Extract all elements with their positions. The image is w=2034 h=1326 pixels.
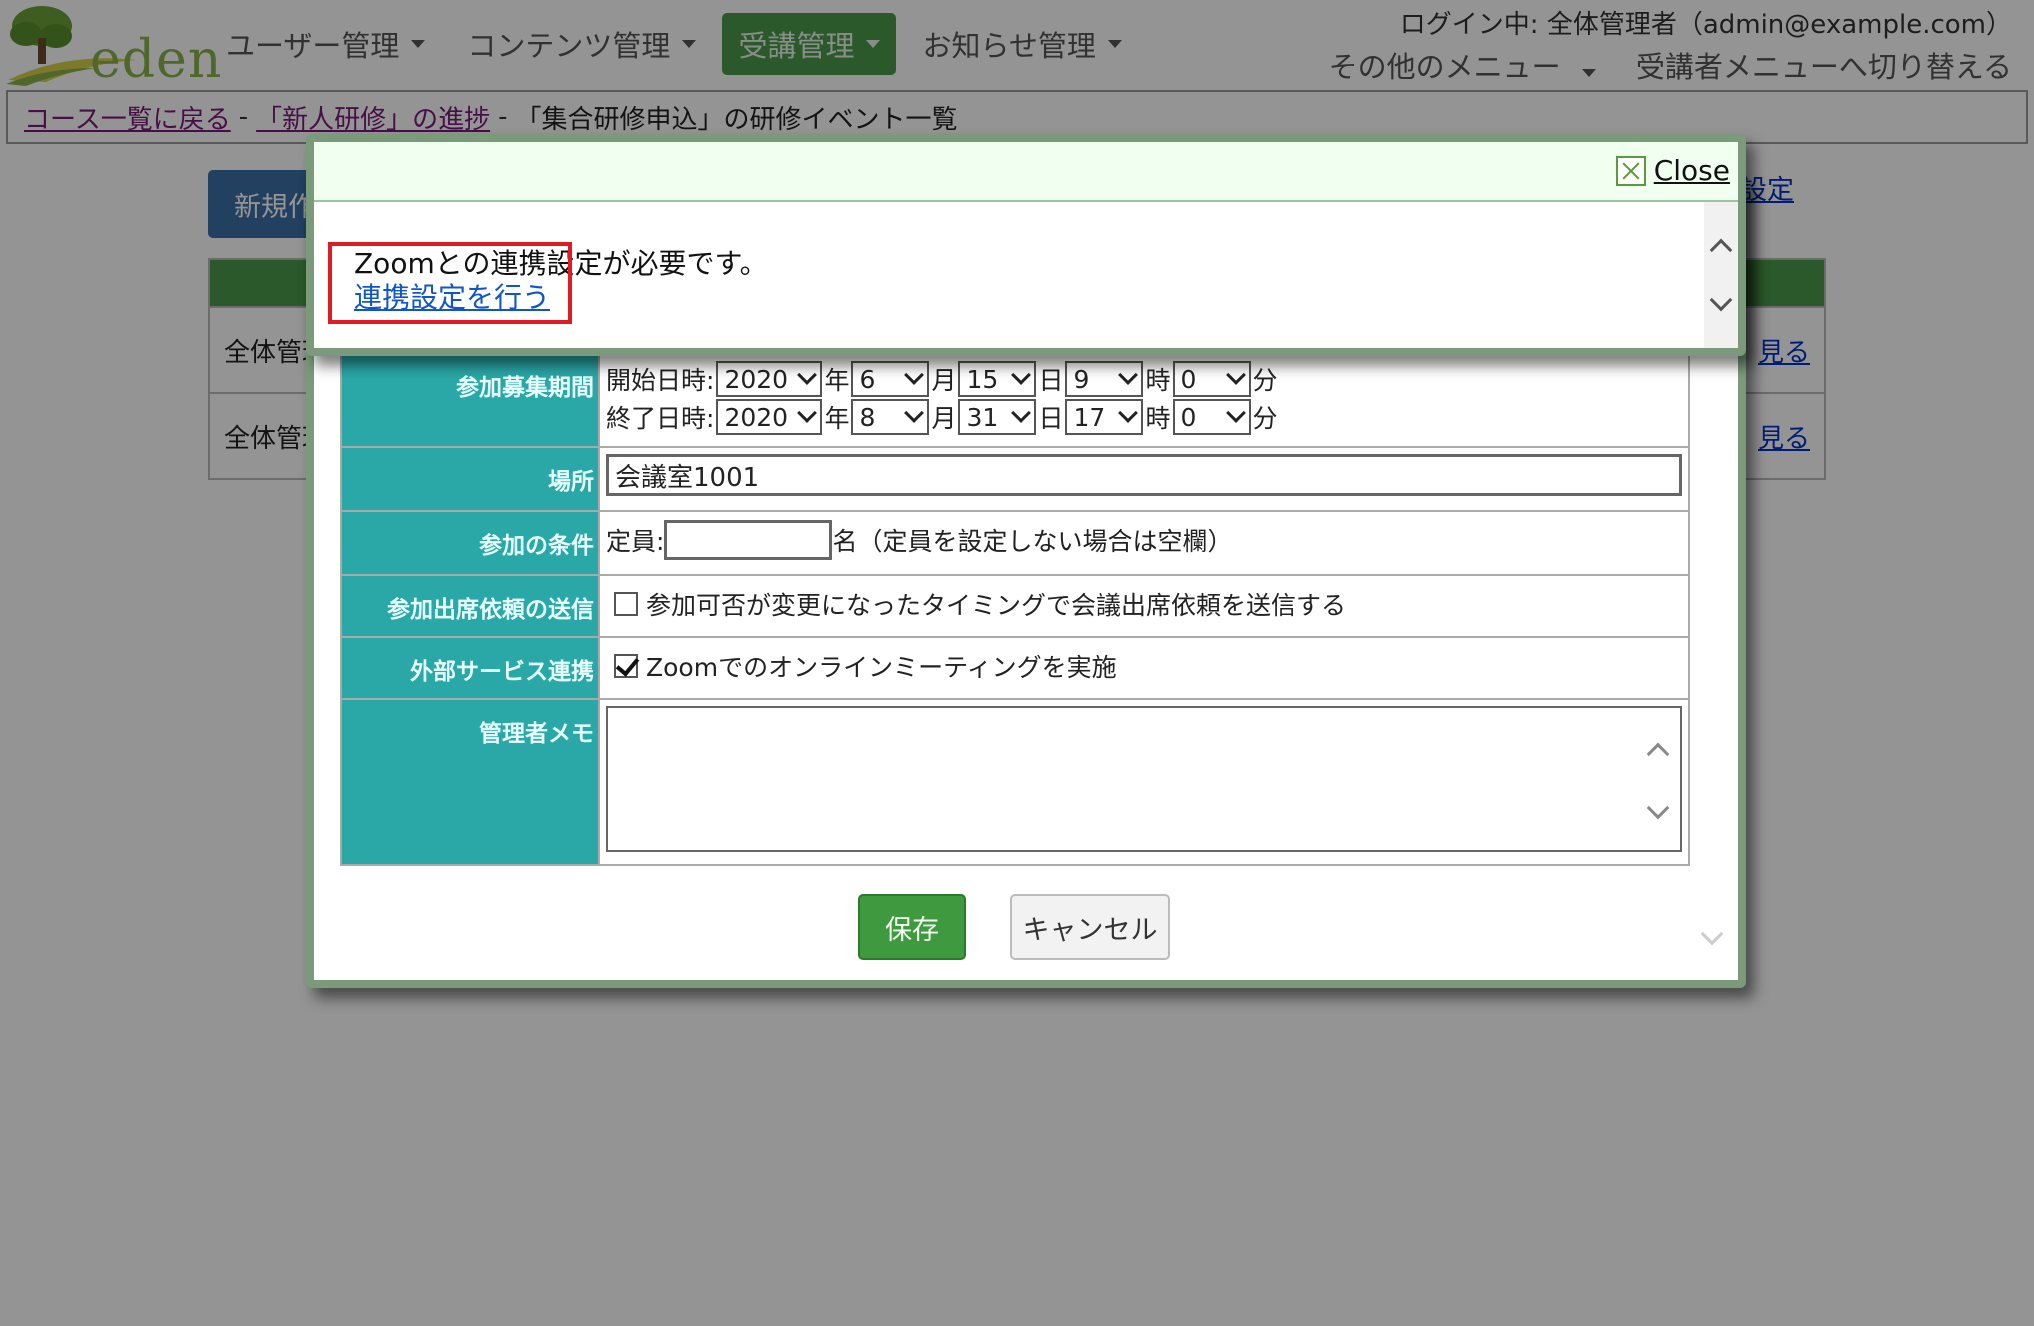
memo-field [598, 698, 1690, 866]
chevron-down-icon [1225, 403, 1246, 423]
chevron-down-icon [904, 403, 925, 423]
chevron-down-icon [797, 403, 818, 423]
scroll-down-icon[interactable] [1700, 922, 1724, 946]
dialog-scrollbar[interactable] [1704, 202, 1738, 348]
end-datetime-row: 終了日時: 2020 年 8 月 31 日 17 時 0 分 [606, 398, 1682, 436]
dialog-titlebar: Close [314, 142, 1738, 202]
close-button[interactable]: Close [1615, 154, 1730, 187]
start-label: 開始日時: [606, 366, 715, 395]
unit-label: 日 [1038, 366, 1064, 395]
capacity-line: 定員: 名（定員を設定しない場合は空欄） [606, 518, 1682, 562]
save-button[interactable]: 保存 [858, 894, 966, 960]
unit-label: 分 [1252, 404, 1278, 433]
select-value: 17 [1073, 402, 1106, 432]
select-value: 15 [966, 364, 999, 394]
chevron-down-icon [1118, 365, 1139, 385]
attendance-checkbox-label: 参加可否が変更になったタイミングで会議出席依頼を送信する [646, 591, 1347, 620]
start-month-select[interactable]: 6 [851, 361, 930, 397]
select-value: 0 [1180, 402, 1197, 432]
place-field: 会議室1001 [598, 446, 1690, 512]
scroll-up-icon[interactable] [1646, 742, 1670, 766]
capacity-label: 定員: [606, 527, 665, 556]
end-day-select[interactable]: 31 [958, 399, 1037, 435]
start-minute-select[interactable]: 0 [1172, 361, 1251, 397]
start-year-select[interactable]: 2020 [716, 361, 823, 397]
scroll-down-icon[interactable] [1709, 288, 1733, 312]
attendance-field: 参加可否が変更になったタイミングで会議出席依頼を送信する [598, 574, 1690, 638]
start-datetime-row: 開始日時: 2020 年 6 月 15 日 9 時 0 分 [606, 360, 1682, 398]
unit-label: 日 [1038, 404, 1064, 433]
capacity-note: 名（定員を設定しない場合は空欄） [832, 527, 1233, 556]
unit-label: 年 [824, 366, 850, 395]
chevron-down-icon [904, 365, 925, 385]
chevron-down-icon [1011, 403, 1032, 423]
chevron-down-icon [1011, 365, 1032, 385]
select-value: 0 [1180, 364, 1197, 394]
memo-label: 管理者メモ [340, 698, 600, 866]
unit-label: 月 [931, 404, 957, 433]
chevron-down-icon [797, 365, 818, 385]
zoom-checkbox-line: Zoomでのオンラインミーティングを実施 [606, 644, 1682, 688]
end-hour-select[interactable]: 17 [1065, 399, 1144, 435]
unit-label: 時 [1145, 404, 1171, 433]
select-value: 9 [1073, 364, 1090, 394]
zoom-alert-dialog: Close Zoomとの連携設定が必要です。 連携設定を行う [306, 134, 1746, 356]
select-value: 8 [859, 402, 876, 432]
chevron-down-icon [1118, 403, 1139, 423]
unit-label: 時 [1145, 366, 1171, 395]
select-value: 6 [859, 364, 876, 394]
select-value: 2020 [724, 364, 789, 394]
event-form-table: 参加募集期間 開始日時: 2020 年 6 月 15 日 9 時 0 分 終了日… [340, 352, 1690, 866]
memo-textarea[interactable] [606, 706, 1682, 852]
close-label[interactable]: Close [1654, 154, 1730, 187]
end-year-select[interactable]: 2020 [716, 399, 823, 435]
place-label: 場所 [340, 446, 600, 512]
unit-label: 分 [1252, 366, 1278, 395]
scroll-up-icon[interactable] [1709, 238, 1733, 262]
close-icon[interactable] [1615, 155, 1646, 186]
start-day-select[interactable]: 15 [958, 361, 1037, 397]
select-value: 31 [966, 402, 999, 432]
external-service-field: Zoomでのオンラインミーティングを実施 [598, 636, 1690, 700]
end-minute-select[interactable]: 0 [1172, 399, 1251, 435]
condition-label: 参加の条件 [340, 510, 600, 576]
zoom-checkbox[interactable] [614, 654, 638, 678]
period-label: 参加募集期間 [340, 352, 600, 448]
place-input[interactable]: 会議室1001 [606, 454, 1682, 496]
condition-field: 定員: 名（定員を設定しない場合は空欄） [598, 510, 1690, 576]
period-field: 開始日時: 2020 年 6 月 15 日 9 時 0 分 終了日時: 2020… [598, 352, 1690, 448]
cancel-button[interactable]: キャンセル [1010, 894, 1170, 960]
end-label: 終了日時: [606, 404, 715, 433]
attendance-label: 参加出席依頼の送信 [340, 574, 600, 638]
end-month-select[interactable]: 8 [851, 399, 930, 435]
dialog-body: Zoomとの連携設定が必要です。 連携設定を行う [314, 202, 1738, 348]
select-value: 2020 [724, 402, 789, 432]
unit-label: 月 [931, 366, 957, 395]
attendance-checkbox[interactable] [614, 592, 638, 616]
attendance-checkbox-line: 参加可否が変更になったタイミングで会議出席依頼を送信する [606, 582, 1682, 626]
chevron-down-icon [1225, 365, 1246, 385]
zoom-checkbox-label: Zoomでのオンラインミーティングを実施 [646, 653, 1117, 682]
scroll-down-icon[interactable] [1646, 796, 1670, 820]
external-service-label: 外部サービス連携 [340, 636, 600, 700]
unit-label: 年 [824, 404, 850, 433]
highlight-box [328, 242, 572, 324]
capacity-input[interactable] [664, 520, 833, 560]
start-hour-select[interactable]: 9 [1065, 361, 1144, 397]
